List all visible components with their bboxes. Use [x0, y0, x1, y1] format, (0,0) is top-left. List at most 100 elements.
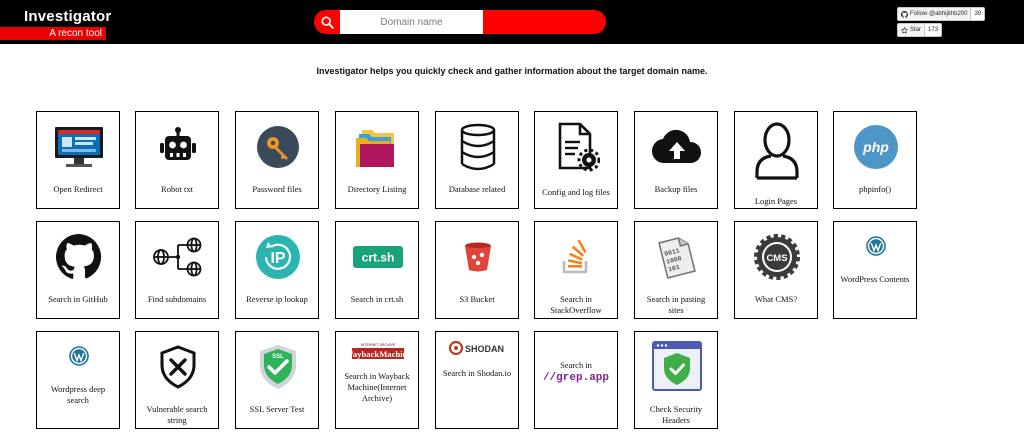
shodan-icon: SHODAN — [449, 341, 504, 355]
app-tagline-badge: A recon tool — [0, 27, 106, 40]
github-star-button[interactable]: Star 173 — [897, 23, 943, 37]
tile-label: Robot txt — [161, 184, 193, 194]
cloud-upload-icon — [651, 129, 702, 164]
svg-text:CMS: CMS — [766, 253, 787, 264]
app-tagline: A recon tool — [49, 28, 102, 39]
security-headers-icon — [652, 341, 702, 391]
cms-icon: CMS — [754, 234, 800, 280]
tile-password-files[interactable]: Password files — [235, 111, 319, 209]
follow-count: 39 — [974, 11, 982, 17]
wordpress-icon — [866, 236, 886, 256]
follow-label: Follow @abhijithb200 — [910, 11, 968, 17]
bucket-icon — [465, 242, 491, 272]
tile-search-in-shodan[interactable]: SHODAN Search in Shodan.io — [435, 331, 519, 429]
tile-search-in-github[interactable]: Search in GitHub — [36, 221, 120, 319]
grepapp-icon: //grep.app — [542, 372, 609, 384]
config-file-icon — [558, 122, 600, 172]
tile-label: Database related — [448, 184, 506, 194]
key-icon — [257, 126, 299, 168]
wayback-icon: INTERNET ARCHIVE WaybackMachine — [351, 343, 405, 359]
star-label: Star — [910, 27, 922, 33]
github-follow-button[interactable]: Follow @abhijithb200 39 — [897, 7, 986, 21]
tile-wordpress-deep-search[interactable]: Wordpress deep search — [36, 331, 120, 429]
tile-label: SSL Server Test — [249, 404, 305, 414]
svg-text:SHODAN: SHODAN — [465, 344, 504, 354]
intro-text: Investigator helps you quickly check and… — [316, 66, 708, 76]
tile-label: Search in StackOverflow — [550, 294, 602, 315]
tile-config-and-log-files[interactable]: Config and log files — [534, 111, 618, 209]
tile-wordpress-contents[interactable]: WordPress Contents — [833, 221, 917, 319]
tile-label: Search in GitHub — [48, 294, 108, 304]
crtsh-icon: crt.sh — [353, 246, 403, 268]
tile-label: Open Redirect — [53, 184, 103, 194]
tile-vulnerable-search-string[interactable]: Vulnerable search string — [135, 331, 219, 429]
tile-check-security-headers[interactable]: Check Security Headers — [634, 331, 718, 429]
domain-name-input[interactable] — [340, 10, 483, 34]
ip-icon: IP — [256, 235, 300, 279]
ssl-shield-icon: SSL — [260, 345, 296, 389]
search-icon — [320, 15, 334, 29]
tile-directory-listing[interactable]: Directory Listing — [335, 111, 419, 209]
svg-text:IP: IP — [270, 250, 285, 267]
tile-login-pages[interactable]: Login Pages — [734, 111, 818, 209]
tile-what-cms[interactable]: CMS What CMS? — [734, 221, 818, 319]
tile-reverse-ip-lookup[interactable]: IP Reverse ip lookup — [235, 221, 319, 319]
tile-search-in-grep-app[interactable]: Search in //grep.app — [534, 331, 618, 429]
tile-label: phpinfo() — [858, 184, 892, 194]
folder-icon — [356, 130, 394, 167]
tile-search-in-crt-sh[interactable]: crt.sh Search in crt.sh — [335, 221, 419, 319]
tile-open-redirect[interactable]: Open Redirect — [36, 111, 120, 209]
tile-label: S3 Bucket — [459, 294, 495, 304]
svg-text:SSL: SSL — [272, 354, 284, 360]
tile-label: Search in Wayback Machine(Internet Archi… — [344, 371, 410, 403]
database-icon — [460, 123, 496, 171]
tile-ssl-server-test[interactable]: SSL SSL Server Test — [235, 331, 319, 429]
svg-text:WaybackMachine: WaybackMachine — [351, 349, 405, 359]
star-icon — [901, 26, 908, 34]
github-icon — [56, 234, 102, 279]
tile-label: Find subdomains — [147, 294, 207, 304]
tile-s3-bucket[interactable]: S3 Bucket — [435, 221, 519, 319]
github-icon — [901, 10, 908, 18]
app-title: Investigator — [24, 8, 112, 25]
tile-label: Search in — [560, 360, 592, 370]
user-icon — [755, 122, 799, 180]
svg-text:crt.sh: crt.sh — [362, 251, 395, 265]
top-bar: Investigator A recon tool Follow @abhiji… — [0, 0, 1024, 44]
tile-label: Search in pasting sites — [646, 294, 706, 315]
tile-search-in-stackoverflow[interactable]: Search in StackOverflow — [534, 221, 618, 319]
tile-label: What CMS? — [754, 294, 798, 304]
tile-label: Search in Shodan.io — [442, 368, 512, 378]
tile-label: Vulnerable search string — [146, 404, 208, 425]
tile-label: Backup files — [654, 184, 698, 194]
tile-label: Reverse ip lookup — [246, 294, 308, 304]
star-count: 173 — [928, 27, 939, 33]
tile-label: Directory Listing — [347, 184, 407, 194]
tile-robot-txt[interactable]: Robot txt — [135, 111, 219, 209]
tile-label: Wordpress deep search — [50, 384, 106, 405]
tile-label: Password files — [252, 184, 302, 194]
paste-icon: 0011 1000 101 — [658, 237, 696, 279]
stackoverflow-icon — [562, 240, 588, 274]
tile-database-related[interactable]: Database related — [435, 111, 519, 209]
shield-x-icon — [160, 345, 196, 389]
tile-backup-files[interactable]: Backup files — [634, 111, 718, 209]
tile-label: Login Pages — [754, 196, 798, 206]
tile-find-subdomains[interactable]: Find subdomains — [135, 221, 219, 319]
search-button[interactable] — [314, 10, 340, 34]
monitor-icon — [55, 127, 103, 167]
tile-label: Check Security Headers — [649, 404, 703, 425]
robot-icon — [160, 127, 196, 160]
wordpress-icon — [69, 346, 89, 366]
tile-search-in-wayback-machine[interactable]: INTERNET ARCHIVE WaybackMachine Search i… — [335, 331, 419, 429]
search-bar — [314, 10, 606, 34]
tile-label: WordPress Contents — [840, 274, 910, 284]
tile-phpinfo[interactable]: php phpinfo() — [833, 111, 917, 209]
php-icon: php — [854, 125, 898, 169]
tile-label: Search in crt.sh — [350, 294, 404, 304]
subdomains-icon — [153, 237, 202, 277]
svg-text:INTERNET ARCHIVE: INTERNET ARCHIVE — [361, 343, 396, 347]
tile-label: Config and log files — [542, 187, 610, 197]
svg-text:php: php — [862, 139, 889, 155]
tile-search-in-pasting-sites[interactable]: 0011 1000 101 Search in pasting sites — [634, 221, 718, 319]
